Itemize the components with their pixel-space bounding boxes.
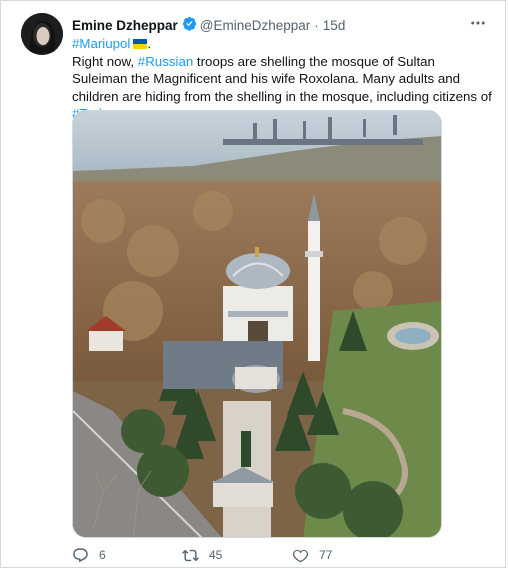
reply-button[interactable]: 6 <box>72 547 182 564</box>
like-icon <box>292 549 309 562</box>
retweet-button[interactable]: 45 <box>182 547 292 564</box>
tweet-timestamp[interactable]: 15d <box>323 18 346 33</box>
reply-icon <box>73 547 88 562</box>
more-icon[interactable] <box>469 14 487 32</box>
separator: · <box>314 17 319 33</box>
verified-badge-icon <box>178 16 200 34</box>
retweet-count: 45 <box>209 548 223 562</box>
author-name[interactable]: Emine Dzheppar <box>72 18 178 33</box>
tweet-actions: 6 45 77 <box>72 544 402 566</box>
tweet-header: Emine Dzheppar @EmineDzheppar · 15d <box>72 15 489 35</box>
reply-count: 6 <box>99 548 106 562</box>
author-avatar[interactable] <box>21 13 63 55</box>
author-handle[interactable]: @EmineDzheppar <box>200 18 311 33</box>
hashtag-russian[interactable]: #Russian <box>138 54 193 69</box>
tweet-photo[interactable] <box>72 110 442 538</box>
tweet-text-a: Right now, <box>72 53 138 69</box>
hashtag-mariupol[interactable]: #Mariupol <box>72 36 130 51</box>
tweet-card: Emine Dzheppar @EmineDzheppar · 15d #Mar… <box>0 0 506 568</box>
like-count: 77 <box>319 548 333 562</box>
like-button[interactable]: 77 <box>292 547 402 564</box>
ukraine-flag-icon <box>133 39 148 49</box>
retweet-icon <box>182 549 199 561</box>
